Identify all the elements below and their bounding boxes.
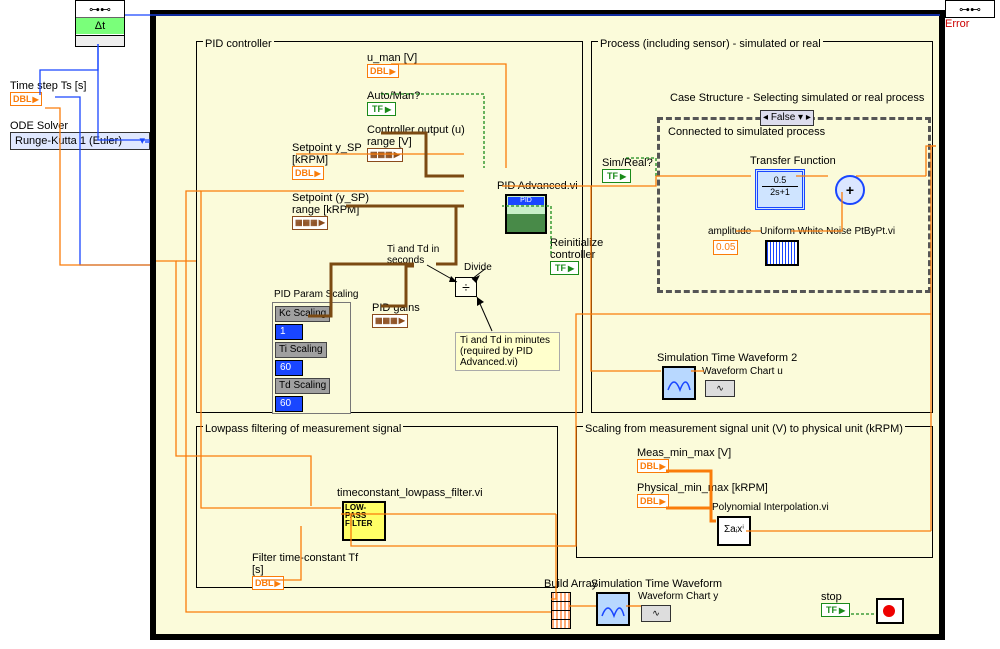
td-scaling-value[interactable]: 60 xyxy=(275,396,303,412)
case-structure-title: Case Structure - Selecting simulated or … xyxy=(670,92,924,104)
amplitude-value[interactable]: 0.05 xyxy=(713,240,738,255)
scaling-frame-title: Scaling from measurement signal unit (V)… xyxy=(583,423,905,435)
build-array-label: Build Array xyxy=(544,578,597,590)
error-label: Error xyxy=(945,18,995,30)
pid-frame-title: PID controller xyxy=(203,38,274,50)
filter-tf-terminal: Filter time-constant Tf [s] DBL xyxy=(252,552,362,590)
error-node: ⊶⊷ Error xyxy=(945,0,995,30)
link-icon: ⊶⊷ xyxy=(959,3,981,16)
lowpass-frame: Lowpass filtering of measurement signal … xyxy=(196,426,558,588)
pid-gains-terminal: PID gains ▦▦▦ xyxy=(372,302,420,328)
auto-man-terminal: Auto/Man? TF xyxy=(367,90,420,116)
wave-chart-u-icon: ∿ xyxy=(705,380,735,397)
tf-label: Transfer Function xyxy=(750,155,836,167)
scaling-frame: Scaling from measurement signal unit (V)… xyxy=(576,426,933,558)
lowpass-vi-label: timeconstant_lowpass_filter.vi xyxy=(337,487,483,499)
sim-real-terminal: Sim/Real? TF xyxy=(602,157,653,183)
pid-frame: PID controller u_man [V] DBL Auto/Man? T… xyxy=(196,41,583,413)
lowpass-vi-node[interactable]: LOW- PASS FILTER xyxy=(342,501,386,541)
setpoint-range-terminal: Setpoint (y_SP) range [kRPM] ▦▦▦ xyxy=(292,192,382,230)
ctrl-out-terminal: Controller output (u) range [V] ▦▦▦ xyxy=(367,124,487,162)
process-frame-title: Process (including sensor) - simulated o… xyxy=(598,38,823,50)
case-selector[interactable]: ◂ False ▾ ▸ xyxy=(760,110,814,126)
setpoint-ysp-terminal: Setpoint y_SP [kRPM] DBL xyxy=(292,142,362,180)
process-frame: Process (including sensor) - simulated o… xyxy=(591,41,933,413)
wave-chart-u-label: Waveform Chart u xyxy=(702,366,783,377)
noise-vi-label: Uniform White Noise PtByPt.vi xyxy=(760,226,895,237)
u-man-terminal: u_man [V] DBL xyxy=(367,52,417,78)
connected-label: Connected to simulated process xyxy=(668,126,825,138)
config-node-top: ⊶⊷ Δt xyxy=(75,0,125,47)
loop-stop-button[interactable] xyxy=(876,598,904,624)
time-step-label: Time step Ts [s] xyxy=(10,80,86,92)
sim-wave-label: Simulation Time Waveform xyxy=(591,578,722,590)
wave-chart-y-label: Waveform Chart y xyxy=(638,591,718,602)
pid-advanced-label: PID Advanced.vi xyxy=(497,180,578,192)
ti-scaling-value[interactable]: 60 xyxy=(275,360,303,376)
noise-vi-node[interactable] xyxy=(765,240,799,266)
pid-advanced-vi[interactable]: PID xyxy=(505,194,547,234)
ode-solver-label: ODE Solver xyxy=(10,120,150,132)
meas-minmax-terminal: Meas_min_max [V] DBL xyxy=(637,447,731,473)
param-scaling-caption: PID Param Scaling xyxy=(274,289,358,300)
ode-solver-ring[interactable]: Runge-Kutta 1 (Euler) xyxy=(10,132,150,150)
case-structure: ◂ False ▾ ▸ Connected to simulated proce… xyxy=(657,117,931,293)
pid-param-scaling: Kc Scaling 1 Ti Scaling 60 Td Scaling 60 xyxy=(272,302,351,414)
build-array-node xyxy=(551,592,571,629)
stop-terminal: stop TF xyxy=(821,591,850,617)
ode-solver-terminal: ODE Solver Runge-Kutta 1 (Euler) xyxy=(10,120,150,150)
lowpass-frame-title: Lowpass filtering of measurement signal xyxy=(203,423,403,435)
sim-wave2-label: Simulation Time Waveform 2 xyxy=(657,352,797,364)
dbl-badge: DBL xyxy=(10,92,42,106)
sim-wave2-node[interactable] xyxy=(662,366,696,400)
ti-td-sec-label: Ti and Td in seconds xyxy=(387,244,447,266)
main-while-loop: PID controller u_man [V] DBL Auto/Man? T… xyxy=(150,10,945,640)
polyint-vi-node[interactable]: Σaᵢxⁱ xyxy=(717,516,751,546)
ti-td-min-note: Ti and Td in minutes (required by PID Ad… xyxy=(455,332,560,371)
link-icon: ⊶⊷ xyxy=(89,3,111,16)
amplitude-label: amplitude xyxy=(708,226,751,237)
dt-icon: Δt xyxy=(95,20,105,32)
sum-node: + xyxy=(835,175,865,205)
transfer-function-node[interactable]: 0.5 2s+1 xyxy=(755,169,805,210)
sim-wave-node[interactable] xyxy=(596,592,630,626)
polyint-label: Polynomial Interpolation.vi xyxy=(712,502,829,513)
time-step-terminal: Time step Ts [s] DBL xyxy=(10,80,86,106)
wave-chart-y-icon: ∿ xyxy=(641,605,671,622)
divide-node: ÷ xyxy=(455,277,477,297)
divide-label: Divide xyxy=(464,262,492,273)
kc-scaling-value[interactable]: 1 xyxy=(275,324,303,340)
